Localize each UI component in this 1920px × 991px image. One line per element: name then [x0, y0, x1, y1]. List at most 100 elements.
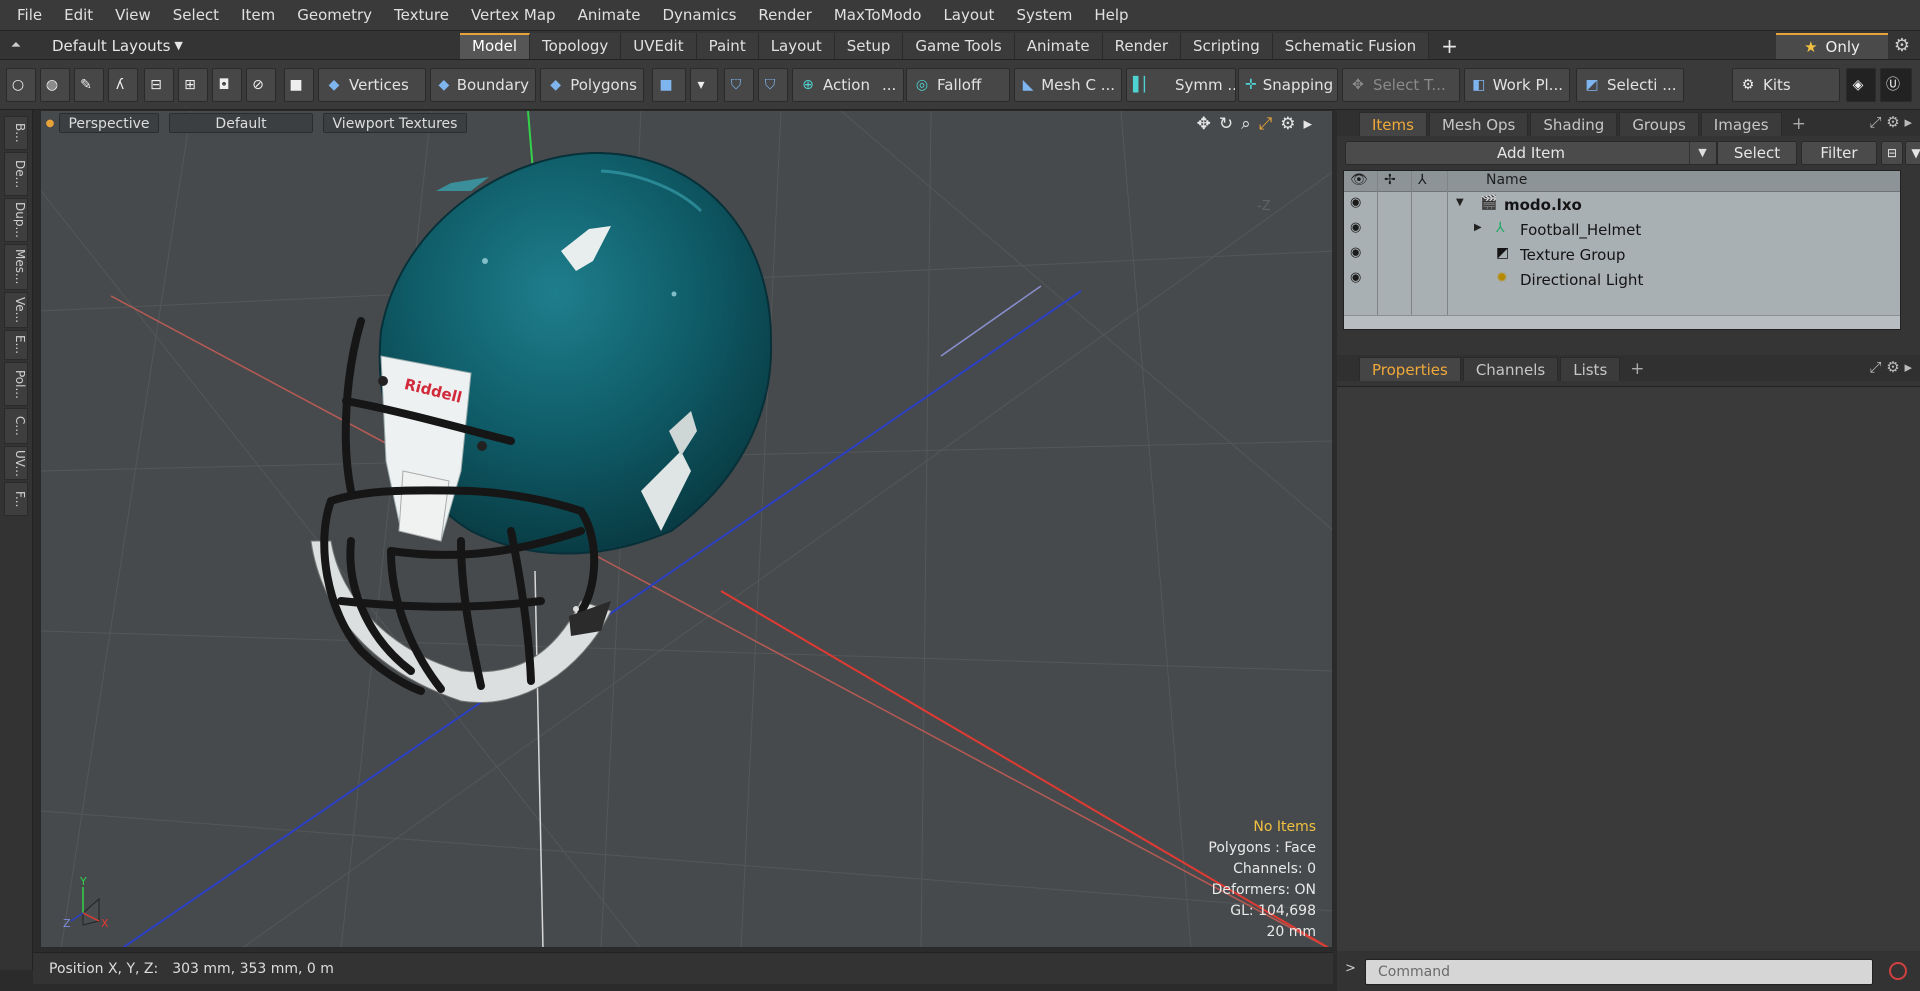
add-item-dropdown-icon[interactable]: ▼ — [1689, 142, 1715, 164]
properties-tab-properties[interactable]: Properties — [1359, 357, 1461, 381]
collapse-up-icon[interactable]: ⏶ — [0, 38, 32, 53]
funnel-icon[interactable]: ▼ — [1905, 141, 1920, 165]
expand-arrow-icon[interactable]: ▼ — [1456, 197, 1464, 208]
symmetry-shield2-button[interactable]: ⛉ — [758, 68, 788, 102]
properties-add-tab-icon[interactable]: + — [1622, 357, 1652, 381]
slash-circle-button[interactable]: ⊘ — [246, 68, 276, 102]
viewport-expand-icon[interactable]: ▸ — [1303, 114, 1312, 134]
properties-tab-lists[interactable]: Lists — [1560, 357, 1621, 381]
view-mode-selector[interactable]: Perspective — [59, 113, 159, 133]
tab-animate[interactable]: Animate — [1014, 33, 1103, 59]
maximize-icon[interactable]: ⤢ — [1259, 114, 1273, 134]
kits-button[interactable]: ⚙ Kits — [1732, 68, 1840, 102]
snapping-button[interactable]: ✛ Snapping — [1238, 68, 1338, 102]
3d-viewport[interactable]: Riddell ● Perspective Default Viewport T… — [40, 110, 1333, 948]
vertices-button[interactable]: ◆ Vertices — [318, 68, 426, 102]
tab-topology[interactable]: Topology — [530, 33, 622, 59]
work-plane-button[interactable]: ◧ Work Pl... — [1464, 68, 1570, 102]
material-dropdown[interactable]: ▾ — [690, 68, 718, 102]
menu-item-system[interactable]: System — [1005, 6, 1083, 24]
viewport-options-dot[interactable]: ● — [41, 118, 59, 129]
item-row-scene[interactable]: ◉ ▼ 🎬 modo.lxo — [1344, 193, 1900, 218]
shading-mode-selector[interactable]: Default — [169, 113, 313, 133]
select-ring-button[interactable]: ○ — [6, 68, 36, 102]
menu-item-item[interactable]: Item — [230, 6, 286, 24]
menu-item-dynamics[interactable]: Dynamics — [651, 6, 747, 24]
record-macro-icon[interactable] — [1889, 962, 1907, 980]
polygons-button[interactable]: ◆ Polygons — [540, 68, 644, 102]
pen-button[interactable]: ✎ — [74, 68, 104, 102]
item-row-texture-group[interactable]: ◉ ◩ Texture Group — [1344, 243, 1900, 268]
items-tab-mesh-ops[interactable]: Mesh Ops — [1428, 112, 1529, 136]
grid-button[interactable]: ⊞ — [178, 68, 208, 102]
unity-button[interactable]: ◈ — [1846, 68, 1876, 102]
tab-paint[interactable]: Paint — [696, 33, 759, 59]
properties-tab-channels[interactable]: Channels — [1462, 357, 1559, 381]
left-tab-9[interactable]: F... — [4, 482, 28, 516]
only-button[interactable]: ★ Only — [1776, 33, 1888, 59]
command-input[interactable]: Command — [1365, 959, 1873, 985]
tab-layout[interactable]: Layout — [758, 33, 835, 59]
menu-item-file[interactable]: File — [6, 6, 53, 24]
viewport-gear-icon[interactable]: ⚙ — [1280, 114, 1295, 134]
item-row-mesh[interactable]: ◉ ▶ ⅄ Football_Helmet — [1344, 218, 1900, 243]
unreal-button[interactable]: Ⓤ — [1880, 68, 1912, 102]
viewport-scene[interactable]: Riddell — [41, 111, 1333, 948]
lasso-button[interactable]: ʎ — [108, 68, 138, 102]
frame-button[interactable]: ◘ — [212, 68, 242, 102]
action-center-button[interactable]: ⊕ Action... — [792, 68, 904, 102]
menu-item-animate[interactable]: Animate — [567, 6, 652, 24]
visibility-eye-icon[interactable]: ◉ — [1350, 220, 1361, 235]
rotate-icon[interactable]: ↻ — [1219, 114, 1233, 134]
mesh-constraints-button[interactable]: ◣ Mesh C ... — [1014, 68, 1122, 102]
menu-item-edit[interactable]: Edit — [53, 6, 104, 24]
tab-schematic-fusion[interactable]: Schematic Fusion — [1272, 33, 1430, 59]
left-tab-5[interactable]: E... — [4, 330, 28, 360]
left-tab-2[interactable]: Dup... — [4, 198, 28, 242]
left-tab-7[interactable]: C... — [4, 408, 28, 444]
visibility-eye-icon[interactable]: ◉ — [1350, 195, 1361, 210]
material-button[interactable]: ■ — [652, 68, 686, 102]
filter-button[interactable]: Filter — [1801, 141, 1877, 165]
items-list[interactable]: 👁 ✢ ⅄ Name ◉ ▼ 🎬 modo.lxo ◉ ▶ ⅄ Football… — [1343, 170, 1901, 330]
items-list-scrollbar[interactable] — [1344, 315, 1900, 329]
visibility-eye-icon[interactable]: ◉ — [1350, 270, 1361, 285]
items-add-tab-icon[interactable]: + — [1784, 112, 1814, 136]
menu-item-render[interactable]: Render — [747, 6, 822, 24]
items-tab-groups[interactable]: Groups — [1619, 112, 1699, 136]
tab-scripting[interactable]: Scripting — [1181, 33, 1273, 59]
items-tab-images[interactable]: Images — [1700, 112, 1782, 136]
menu-item-vertex-map[interactable]: Vertex Map — [460, 6, 567, 24]
menu-item-layout[interactable]: Layout — [932, 6, 1005, 24]
visibility-column-icon[interactable]: 👁 — [1350, 172, 1368, 188]
select-through-button[interactable]: ✥ Select T... — [1342, 68, 1460, 102]
boundary-button[interactable]: ◆ Boundary — [430, 68, 536, 102]
command-history-icon[interactable]: > — [1345, 961, 1356, 976]
items-tab-shading[interactable]: Shading — [1530, 112, 1618, 136]
menu-item-texture[interactable]: Texture — [383, 6, 460, 24]
left-tab-8[interactable]: UV... — [4, 446, 28, 480]
menu-item-maxtomodo[interactable]: MaxToModo — [823, 6, 933, 24]
pan-icon[interactable]: ✥ — [1197, 114, 1211, 134]
menu-item-geometry[interactable]: Geometry — [286, 6, 383, 24]
symmetry-button[interactable]: ▌▏ Symm ... — [1126, 68, 1236, 102]
falloff-button[interactable]: ◎ Falloff — [906, 68, 1010, 102]
expand-arrow-icon[interactable]: ▶ — [1474, 222, 1482, 233]
left-tab-1[interactable]: De... — [4, 152, 28, 196]
tab-render[interactable]: Render — [1102, 33, 1182, 59]
items-panel-controls[interactable]: ⤢ ⚙ ▸ — [1869, 113, 1912, 131]
item-type-column-icon[interactable]: ⅄ — [1418, 172, 1427, 188]
name-column-header[interactable]: Name — [1486, 172, 1527, 188]
menu-item-view[interactable]: View — [104, 6, 162, 24]
left-tab-4[interactable]: Ve... — [4, 292, 28, 328]
left-tab-3[interactable]: Mes... — [4, 244, 28, 290]
gear-icon[interactable]: ⚙ — [1888, 35, 1916, 57]
lock-column-icon[interactable]: ✢ — [1384, 172, 1396, 188]
visibility-eye-icon[interactable]: ◉ — [1350, 245, 1361, 260]
menu-item-help[interactable]: Help — [1083, 6, 1139, 24]
left-tab-6[interactable]: Pol... — [4, 362, 28, 406]
add-item-button[interactable]: Add Item — [1345, 141, 1717, 165]
collapse-icon[interactable]: ⊟ — [1881, 141, 1903, 165]
tab-model[interactable]: Model — [460, 33, 531, 59]
zoom-icon[interactable]: ⌕ — [1241, 114, 1251, 134]
